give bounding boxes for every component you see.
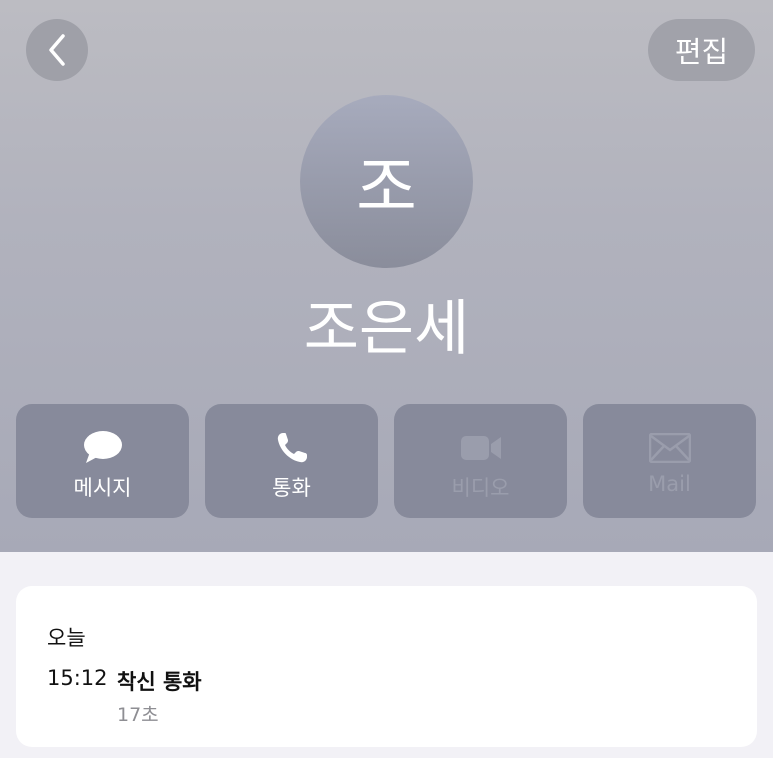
video-label: 비디오 (451, 476, 510, 500)
message-button[interactable]: 메시지 (16, 404, 189, 518)
video-camera-icon (459, 430, 503, 466)
edit-button[interactable]: 편집 (648, 19, 755, 81)
history-day: 오늘 (47, 626, 86, 650)
contact-header: 편집 조 조은세 메시지 통화 비디오 Mail (0, 0, 773, 552)
chevron-left-icon (49, 34, 65, 66)
message-label: 메시지 (73, 476, 132, 500)
phone-icon (270, 430, 314, 466)
call-button[interactable]: 통화 (205, 404, 378, 518)
video-button[interactable]: 비디오 (394, 404, 567, 518)
call-history-card: 오늘 15:12 착신 통화 17초 (16, 586, 757, 747)
call-label: 통화 (272, 476, 311, 500)
call-time: 15:12 (47, 666, 108, 690)
call-type: 착신 통화 (117, 670, 202, 694)
contact-name: 조은세 (303, 294, 470, 364)
mail-label: Mail (648, 472, 691, 496)
mail-icon (648, 430, 692, 466)
message-bubble-icon (81, 430, 125, 466)
back-button[interactable] (26, 19, 88, 81)
call-duration: 17초 (117, 704, 159, 726)
avatar: 조 (300, 95, 473, 268)
mail-button[interactable]: Mail (583, 404, 756, 518)
